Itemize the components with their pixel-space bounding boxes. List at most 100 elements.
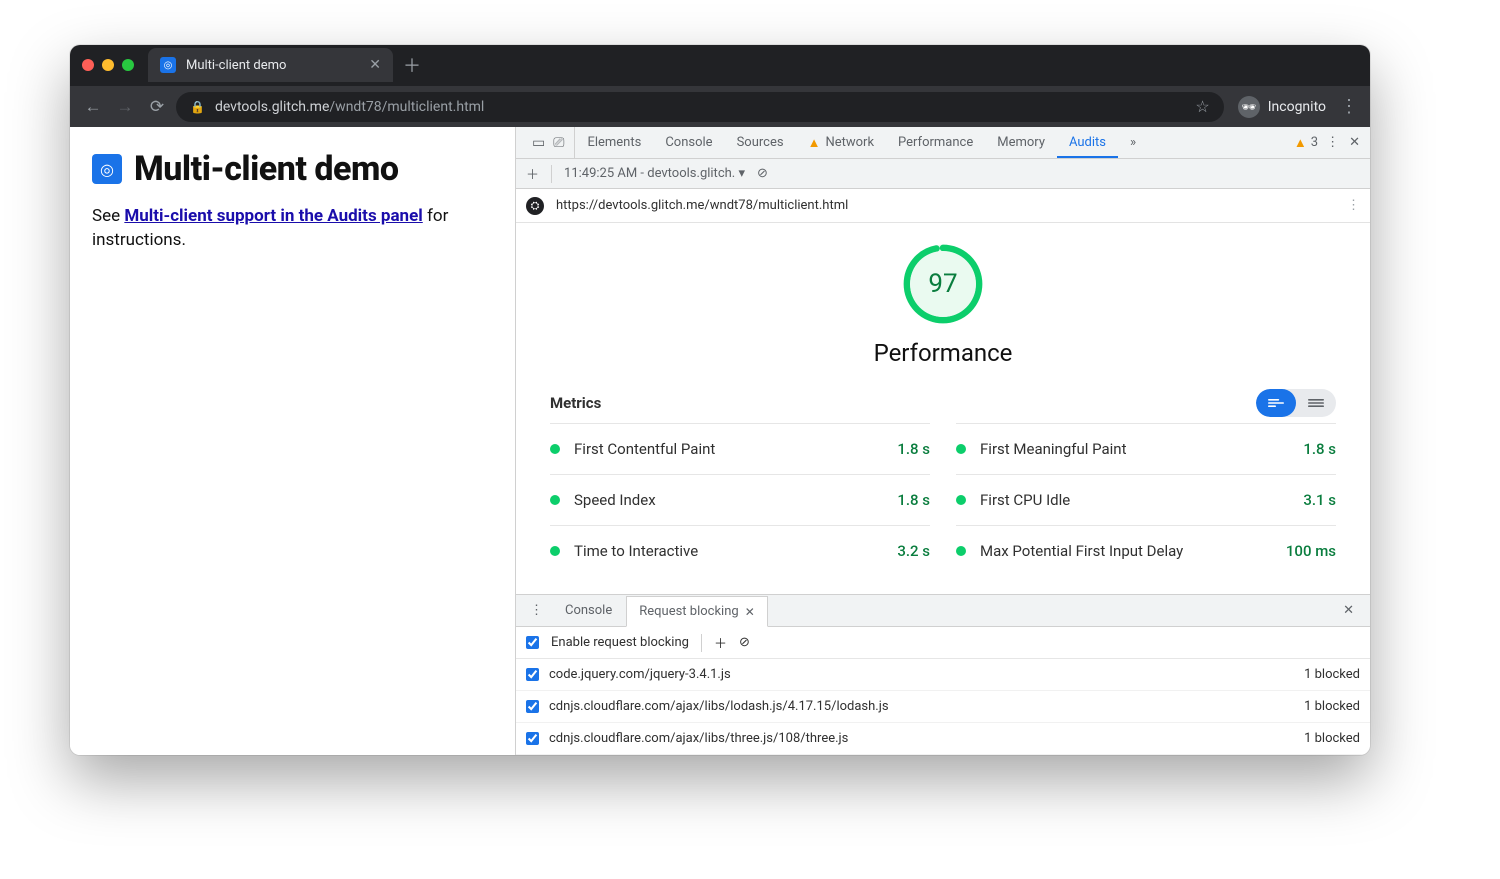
maximize-icon[interactable] — [122, 59, 134, 71]
favicon-icon: ◎ — [160, 57, 176, 73]
page-paragraph: See Multi-client support in the Audits p… — [92, 205, 493, 253]
metric-name: First Contentful Paint — [574, 440, 715, 458]
incognito-icon: 🕶 — [1238, 96, 1260, 118]
tab-memory[interactable]: Memory — [985, 127, 1057, 158]
devtools-drawer: ⋮ Console Request blocking ✕ ✕ Enable re… — [516, 594, 1370, 755]
new-audit-button[interactable]: ＋ — [526, 164, 539, 183]
pattern-checkbox[interactable] — [526, 732, 539, 745]
address-bar[interactable]: 🔒 devtools.glitch.me/wndt78/multiclient.… — [176, 92, 1224, 122]
incognito-indicator[interactable]: 🕶 Incognito — [1238, 96, 1326, 118]
tabs-overflow-button[interactable]: » — [1118, 127, 1148, 158]
toggle-compact-icon[interactable] — [1256, 389, 1296, 417]
audit-url-bar: ⛭ https://devtools.glitch.me/wndt78/mult… — [516, 189, 1370, 223]
drawer-tab-request-blocking[interactable]: Request blocking ✕ — [626, 596, 768, 627]
metrics-view-toggle[interactable] — [1256, 389, 1336, 417]
url-host: devtools.glitch.me — [215, 99, 329, 115]
metric-row: Max Potential First Input Delay 100 ms — [956, 525, 1336, 576]
score-value: 97 — [910, 251, 976, 317]
status-dot-icon — [956, 546, 966, 556]
forward-button[interactable]: → — [112, 97, 138, 117]
blocked-pattern-row[interactable]: cdnjs.cloudflare.com/ajax/libs/three.js/… — [516, 723, 1370, 755]
metric-name: Speed Index — [574, 491, 656, 509]
chrome-top: ◎ Multi-client demo ✕ ＋ ← → ⟳ 🔒 devtools… — [70, 45, 1370, 127]
score-gauge: 97 — [902, 243, 984, 325]
tab-sources[interactable]: Sources — [725, 127, 796, 158]
rendered-page: ◎ Multi-client demo See Multi-client sup… — [70, 127, 515, 755]
tab-network[interactable]: ▲Network — [796, 127, 886, 158]
drawer-tabs: ⋮ Console Request blocking ✕ ✕ — [516, 595, 1370, 627]
drawer-close-button[interactable]: ✕ — [1333, 595, 1364, 626]
metric-value: 1.8 s — [897, 491, 930, 509]
lighthouse-report: 97 Performance Metrics — [516, 223, 1370, 594]
tab-audits[interactable]: Audits — [1057, 127, 1118, 158]
drawer-menu-button[interactable]: ⋮ — [522, 595, 551, 626]
audit-select[interactable]: 11:49:25 AM - devtools.glitch. ▾ — [564, 166, 745, 181]
bookmark-icon[interactable]: ☆ — [1195, 97, 1209, 116]
lighthouse-icon: ⛭ — [526, 197, 544, 215]
browser-toolbar: ← → ⟳ 🔒 devtools.glitch.me/wndt78/multic… — [70, 85, 1370, 127]
new-tab-button[interactable]: ＋ — [403, 52, 421, 78]
audits-toolbar: ＋ 11:49:25 AM - devtools.glitch. ▾ ⊘ — [516, 159, 1370, 189]
page-link[interactable]: Multi-client support in the Audits panel — [124, 206, 422, 226]
tab-console[interactable]: Console — [653, 127, 724, 158]
status-dot-icon — [550, 546, 560, 556]
incognito-label: Incognito — [1268, 99, 1326, 115]
drawer-tab-close-icon[interactable]: ✕ — [745, 605, 755, 619]
devtools-close-button[interactable]: ✕ — [1349, 135, 1360, 150]
toggle-expanded-icon[interactable] — [1296, 389, 1336, 417]
tab-title: Multi-client demo — [186, 58, 286, 73]
lock-icon: 🔒 — [190, 100, 205, 114]
browser-tab[interactable]: ◎ Multi-client demo ✕ — [148, 48, 393, 82]
blocked-pattern-row[interactable]: code.jquery.com/jquery-3.4.1.js 1 blocke… — [516, 659, 1370, 691]
blocked-count: 1 blocked — [1304, 667, 1360, 682]
warning-icon: ▲ — [1294, 135, 1307, 151]
add-pattern-button[interactable]: ＋ — [714, 633, 727, 652]
enable-blocking-checkbox[interactable] — [526, 636, 539, 649]
url-path: /wndt78/multiclient.html — [329, 99, 484, 115]
metric-row: First Meaningful Paint 1.8 s — [956, 423, 1336, 474]
pattern-checkbox[interactable] — [526, 700, 539, 713]
page-logo-icon: ◎ — [92, 154, 122, 184]
metric-row: Time to Interactive 3.2 s — [550, 525, 930, 576]
tab-close-icon[interactable]: ✕ — [369, 57, 381, 73]
window-controls[interactable] — [82, 59, 134, 71]
devtools-panel: ▭ ⎚ Elements Console Sources ▲Network Pe… — [515, 127, 1370, 755]
pattern-text: cdnjs.cloudflare.com/ajax/libs/three.js/… — [549, 731, 848, 746]
clear-patterns-button[interactable]: ⊘ — [739, 635, 750, 650]
metrics-heading: Metrics — [550, 394, 601, 412]
reload-button[interactable]: ⟳ — [144, 97, 170, 117]
pattern-checkbox[interactable] — [526, 668, 539, 681]
status-dot-icon — [956, 495, 966, 505]
tab-performance[interactable]: Performance — [886, 127, 985, 158]
clear-button[interactable]: ⊘ — [757, 166, 768, 181]
warnings-badge[interactable]: ▲ 3 — [1286, 127, 1326, 158]
minimize-icon[interactable] — [102, 59, 114, 71]
page-text: See — [92, 206, 124, 226]
devtools-tabs: ▭ ⎚ Elements Console Sources ▲Network Pe… — [516, 127, 1370, 159]
pattern-text: code.jquery.com/jquery-3.4.1.js — [549, 667, 731, 682]
content-split: ◎ Multi-client demo See Multi-client sup… — [70, 127, 1370, 755]
inspect-icon[interactable]: ▭ — [532, 135, 545, 151]
audit-url: https://devtools.glitch.me/wndt78/multic… — [556, 198, 848, 213]
metric-value: 1.8 s — [897, 440, 930, 458]
blocked-count: 1 blocked — [1304, 731, 1360, 746]
audit-menu-button[interactable]: ⋮ — [1347, 198, 1360, 213]
warning-icon: ▲ — [808, 135, 821, 151]
browser-menu-button[interactable]: ⋮ — [1338, 96, 1360, 117]
status-dot-icon — [550, 444, 560, 454]
close-icon[interactable] — [82, 59, 94, 71]
drawer-tab-label: Request blocking — [639, 604, 738, 619]
score-category: Performance — [874, 339, 1013, 367]
tab-elements[interactable]: Elements — [575, 127, 653, 158]
status-dot-icon — [550, 495, 560, 505]
devtools-menu-button[interactable]: ⋮ — [1326, 135, 1339, 150]
pattern-text: cdnjs.cloudflare.com/ajax/libs/lodash.js… — [549, 699, 889, 714]
metric-value: 100 ms — [1286, 542, 1336, 560]
enable-blocking-label: Enable request blocking — [551, 635, 689, 650]
drawer-tab-console[interactable]: Console — [553, 595, 624, 626]
back-button[interactable]: ← — [80, 97, 106, 117]
blocked-pattern-row[interactable]: cdnjs.cloudflare.com/ajax/libs/lodash.js… — [516, 691, 1370, 723]
metric-row: First Contentful Paint 1.8 s — [550, 423, 930, 474]
metric-row: First CPU Idle 3.1 s — [956, 474, 1336, 525]
device-toggle-icon[interactable]: ⎚ — [553, 135, 564, 151]
